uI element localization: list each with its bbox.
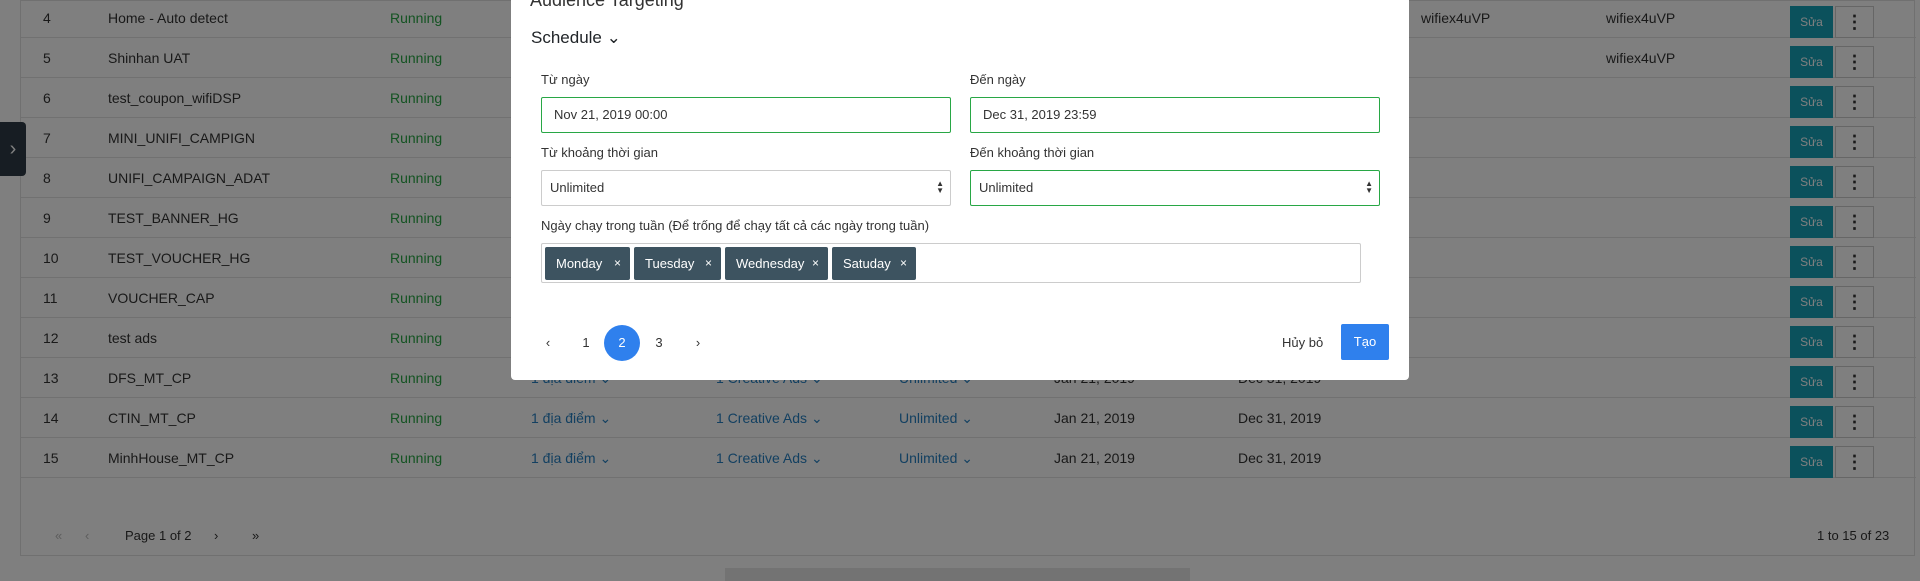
- weekday-tag-label: Wednesday: [736, 256, 805, 271]
- from-time-value: Unlimited: [550, 180, 605, 195]
- weekday-tag: Tuesday ×: [634, 247, 721, 280]
- create-button[interactable]: Tạo: [1341, 324, 1389, 360]
- to-date-input[interactable]: Dec 31, 2019 23:59: [970, 97, 1380, 133]
- wizard-prev-button[interactable]: ‹: [541, 326, 555, 360]
- remove-icon[interactable]: ×: [614, 247, 621, 280]
- weekday-tag-label: Monday: [556, 256, 603, 271]
- select-arrows-icon: ▲ ▼: [936, 179, 944, 195]
- weekday-tag: Wednesday ×: [725, 247, 828, 280]
- remove-icon[interactable]: ×: [705, 247, 712, 280]
- select-arrows-icon: ▲ ▼: [1365, 179, 1373, 195]
- wizard-step-1[interactable]: 1: [579, 326, 593, 360]
- from-date-input[interactable]: Nov 21, 2019 00:00: [541, 97, 951, 133]
- create-campaign-modal: Audience Targeting Schedule ⌄ Từ ngày No…: [511, 0, 1409, 380]
- weekday-tag: Satuday ×: [832, 247, 916, 280]
- from-time-select[interactable]: Unlimited ▲ ▼: [541, 170, 951, 206]
- to-date-label: Đến ngày: [970, 72, 1026, 87]
- wizard-step-2[interactable]: 2: [604, 325, 640, 361]
- wizard-step-3[interactable]: 3: [652, 326, 666, 360]
- weekday-tag-label: Satuday: [843, 256, 891, 271]
- weekdays-label: Ngày chạy trong tuần (Để trống để chạy t…: [541, 218, 930, 233]
- wizard-next-button[interactable]: ›: [691, 326, 705, 360]
- from-date-label: Từ ngày: [541, 72, 590, 87]
- to-time-label: Đến khoảng thời gian: [970, 145, 1095, 160]
- weekday-tag: Monday ×: [545, 247, 630, 280]
- remove-icon[interactable]: ×: [812, 247, 819, 280]
- weekday-tag-label: Tuesday: [645, 256, 695, 271]
- modal-section-heading: Audience Targeting: [530, 0, 684, 10]
- weekdays-multiselect[interactable]: Monday × Tuesday × Wednesday × Satuday ×: [541, 243, 1361, 283]
- from-time-label: Từ khoảng thời gian: [541, 145, 658, 160]
- to-time-select[interactable]: Unlimited ▲ ▼: [970, 170, 1380, 206]
- remove-icon[interactable]: ×: [900, 247, 907, 280]
- schedule-section-toggle[interactable]: Schedule ⌄: [531, 28, 621, 48]
- cancel-button[interactable]: Hủy bỏ: [1282, 326, 1323, 360]
- to-time-value: Unlimited: [979, 180, 1034, 195]
